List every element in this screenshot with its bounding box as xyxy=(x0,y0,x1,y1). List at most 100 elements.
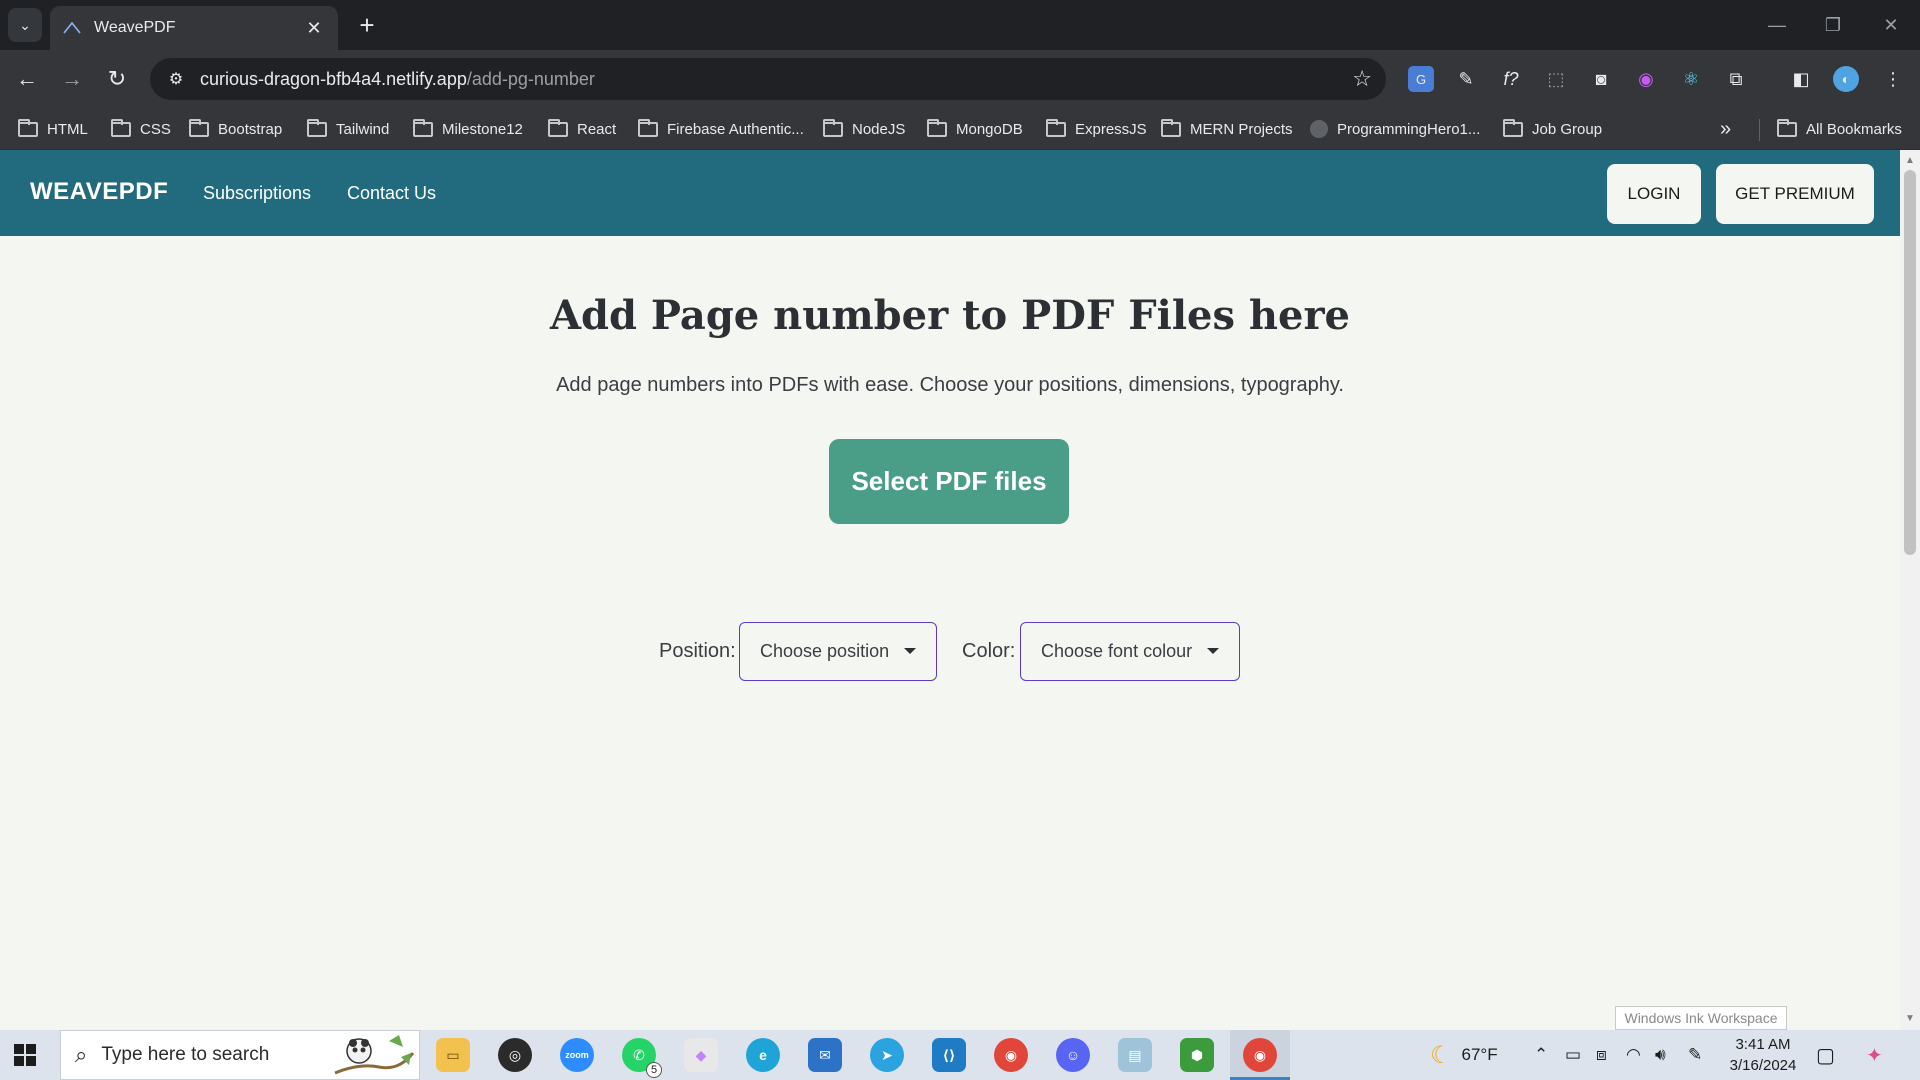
bookmark-firebase[interactable]: Firebase Authentic... xyxy=(638,108,804,150)
new-tab-button[interactable]: + xyxy=(352,10,382,40)
mail-icon[interactable]: ✉ xyxy=(808,1038,842,1072)
bookmark-nodejs[interactable]: NodeJS xyxy=(823,108,905,150)
position-select[interactable]: Choose position xyxy=(739,622,937,681)
copilot-icon[interactable]: ✦ xyxy=(1866,1030,1883,1080)
window-close-icon[interactable]: ✕ xyxy=(1874,10,1908,40)
brand-logo[interactable]: WEAVEPDF xyxy=(30,178,168,206)
volume-icon[interactable]: 🔊︎ xyxy=(1655,1030,1666,1080)
side-panel-icon[interactable]: ◧ xyxy=(1788,66,1814,92)
login-button[interactable]: LOGIN xyxy=(1607,164,1701,224)
profile-avatar-icon[interactable]: ◐ xyxy=(1833,66,1859,92)
site-info-icon[interactable]: ⚙ xyxy=(156,59,196,99)
camera-extension-icon[interactable]: ◙ xyxy=(1588,66,1614,92)
chevron-down-icon: ⌄ xyxy=(19,16,31,33)
obs-studio-icon[interactable]: ◎ xyxy=(498,1038,532,1072)
address-bar[interactable]: ⚙ curious-dragon-bfb4a4.netlify.app/add-… xyxy=(150,58,1386,100)
file-explorer-icon[interactable]: ▭ xyxy=(436,1038,470,1072)
folder-icon xyxy=(1503,118,1523,137)
github-icon xyxy=(1310,120,1328,138)
folder-icon xyxy=(548,118,568,137)
folder-icon xyxy=(1046,118,1066,137)
gitkraken-icon[interactable]: ◆ xyxy=(684,1038,718,1072)
windows-ink-tooltip: Windows Ink Workspace xyxy=(1615,1006,1787,1030)
folder-icon xyxy=(413,118,433,137)
bookmark-bootstrap[interactable]: Bootstrap xyxy=(189,108,282,150)
vscode-icon[interactable]: ⟨⟩ xyxy=(932,1038,966,1072)
page-title: Add Page number to PDF Files here xyxy=(550,292,1350,339)
notepad-icon[interactable]: ▤ xyxy=(1118,1038,1152,1072)
notifications-icon[interactable]: ▢ xyxy=(1816,1030,1835,1080)
color-picker-extension-icon[interactable]: ✎ xyxy=(1453,66,1479,92)
more-menu-icon[interactable]: ⋮ xyxy=(1880,66,1906,92)
system-clock[interactable]: 3:41 AM 3/16/2024 xyxy=(1720,1034,1806,1076)
bookmark-mern-projects[interactable]: MERN Projects xyxy=(1161,108,1293,150)
bookmark-mongodb[interactable]: MongoDB xyxy=(927,108,1023,150)
browser-toolbar: ← → ↻ ⚙ curious-dragon-bfb4a4.netlify.ap… xyxy=(0,50,1920,108)
get-premium-button[interactable]: GET PREMIUM xyxy=(1716,164,1874,224)
screenshot-area-extension-icon[interactable]: ⬚ xyxy=(1543,66,1569,92)
bookmark-star-icon[interactable]: ☆ xyxy=(1352,66,1372,92)
bookmark-programminghero[interactable]: ProgrammingHero1... xyxy=(1310,108,1480,150)
bookmark-css[interactable]: CSS xyxy=(111,108,171,150)
bookmark-html[interactable]: HTML xyxy=(18,108,88,150)
discord-icon[interactable]: ☺ xyxy=(1056,1038,1090,1072)
more-bookmarks-icon[interactable]: » xyxy=(1720,108,1731,150)
bookmark-expressjs[interactable]: ExpressJS xyxy=(1046,108,1147,150)
weather-widget[interactable]: ☾ 67°F xyxy=(1430,1030,1498,1080)
extensions-puzzle-icon[interactable]: ⧉ xyxy=(1723,66,1749,92)
bookmark-job-group[interactable]: Job Group xyxy=(1503,108,1602,150)
tab-search-button[interactable]: ⌄ xyxy=(8,8,42,42)
restore-icon[interactable]: ❐ xyxy=(1816,10,1850,40)
zoom-icon[interactable]: zoom xyxy=(560,1038,594,1072)
taskbar-search-placeholder: Type here to search xyxy=(101,1044,270,1065)
moon-weather-icon: ☾ xyxy=(1430,1041,1452,1069)
folder-icon xyxy=(18,118,38,137)
nav-contact-us[interactable]: Contact Us xyxy=(347,183,436,204)
telegram-icon[interactable]: ➤ xyxy=(870,1038,904,1072)
wifi-icon[interactable]: ◠ xyxy=(1626,1030,1641,1080)
clock-date: 3/16/2024 xyxy=(1729,1057,1797,1074)
bookmark-tailwind[interactable]: Tailwind xyxy=(307,108,389,150)
all-bookmarks[interactable]: All Bookmarks xyxy=(1777,108,1902,150)
taskbar-search-box[interactable]: ⌕ Type here to search xyxy=(60,1030,420,1080)
windows-taskbar: ⌕ Type here to search ▭ ◎ zoom ✆ 5 ◆ e ✉ … xyxy=(0,1030,1920,1080)
scroll-down-icon[interactable]: ▼ xyxy=(1905,1014,1915,1024)
minimize-icon[interactable]: — xyxy=(1760,10,1794,40)
battery-icon[interactable]: ▭ xyxy=(1565,1030,1581,1080)
nav-subscriptions[interactable]: Subscriptions xyxy=(203,183,311,204)
select-pdf-files-button[interactable]: Select PDF files xyxy=(829,439,1069,524)
reload-icon[interactable]: ↻ xyxy=(100,62,134,96)
color-select[interactable]: Choose font colour xyxy=(1020,622,1240,681)
position-label: Position: xyxy=(659,640,736,662)
pen-icon[interactable]: ✎ xyxy=(1688,1030,1702,1080)
font-extension-icon[interactable]: f? xyxy=(1498,66,1524,92)
edge-icon[interactable]: e xyxy=(746,1038,780,1072)
show-hidden-icons[interactable]: ⌃ xyxy=(1534,1030,1548,1080)
forward-icon[interactable]: → xyxy=(55,62,89,96)
url-text[interactable]: curious-dragon-bfb4a4.netlify.app/add-pg… xyxy=(200,69,595,90)
meet-now-icon[interactable]: ⧈ xyxy=(1596,1030,1607,1080)
chrome-icon[interactable]: ◉ xyxy=(994,1038,1028,1072)
back-icon[interactable]: ← xyxy=(10,62,44,96)
windows-start-icon[interactable] xyxy=(14,1044,36,1066)
page-scrollbar[interactable]: ▲ ▼ xyxy=(1900,150,1920,1030)
browser-tab-bar: ⌄ WeavePDF ✕ + — ❐ ✕ xyxy=(0,0,1920,50)
bookmark-react[interactable]: React xyxy=(548,108,616,150)
bookmark-milestone12[interactable]: Milestone12 xyxy=(413,108,523,150)
active-tab[interactable]: WeavePDF ✕ xyxy=(50,6,338,50)
translate-extension-icon[interactable]: G xyxy=(1408,66,1434,92)
chrome-profile-icon[interactable]: ◉ xyxy=(1243,1038,1277,1072)
scrollbar-thumb[interactable] xyxy=(1904,170,1916,555)
react-devtools-icon[interactable]: ⚛ xyxy=(1678,66,1704,92)
purple-extension-icon[interactable]: ◉ xyxy=(1633,66,1659,92)
close-icon[interactable]: ✕ xyxy=(302,16,326,40)
color-select-value: Choose font colour xyxy=(1041,641,1193,661)
bookmarks-bar: HTML CSS Bootstrap Tailwind Milestone12 … xyxy=(0,108,1920,150)
page-subtitle: Add page numbers into PDFs with ease. Ch… xyxy=(556,374,1344,396)
whatsapp-icon[interactable]: ✆ 5 xyxy=(622,1038,662,1078)
folder-icon xyxy=(638,118,658,137)
nodejs-icon[interactable]: ⬢ xyxy=(1180,1038,1214,1072)
site-navbar: WEAVEPDF Subscriptions Contact Us LOGIN … xyxy=(0,150,1900,236)
folder-icon xyxy=(111,118,131,137)
scroll-up-icon[interactable]: ▲ xyxy=(1905,156,1915,166)
